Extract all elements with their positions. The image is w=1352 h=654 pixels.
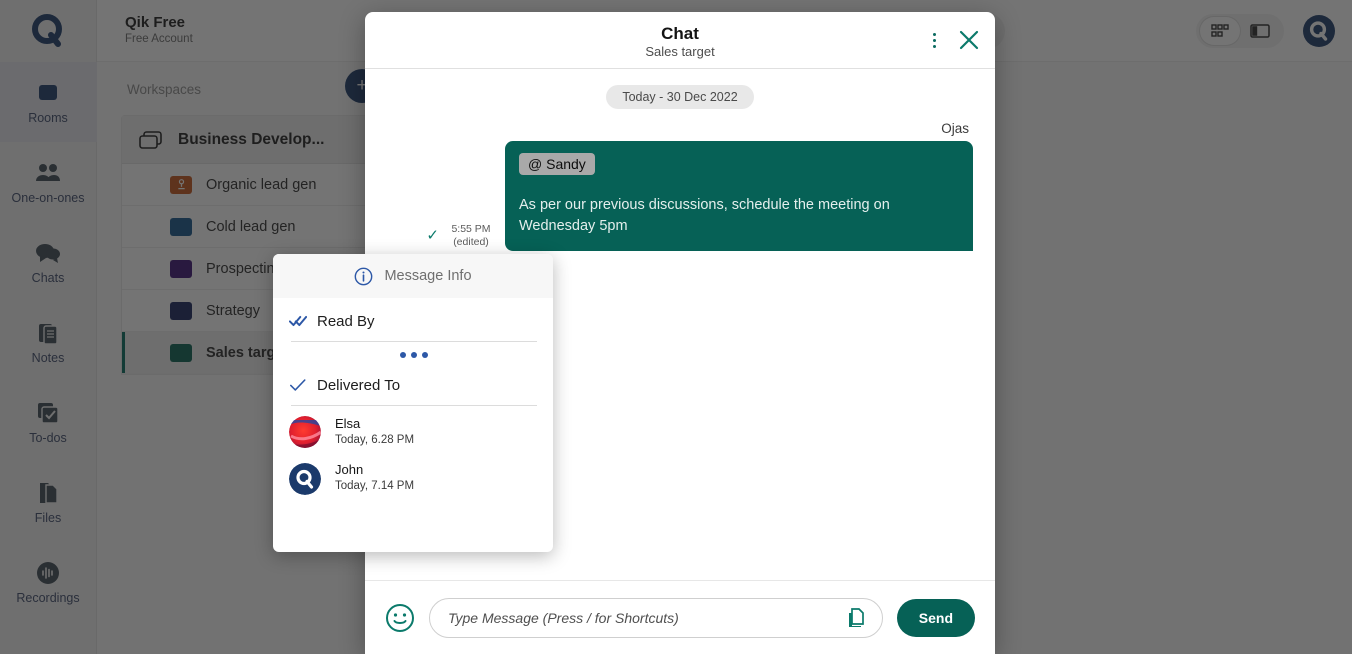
message-status[interactable]: ✓ 5:55 PM (edited) — [426, 223, 495, 251]
avatar — [289, 462, 321, 495]
message-info-header: Message Info — [273, 254, 553, 298]
message-bubble[interactable]: @ Sandy As per our previous discussions,… — [505, 141, 973, 252]
single-check-icon — [290, 379, 306, 391]
info-circle-icon — [354, 267, 373, 286]
delivered-to-row: Delivered To — [289, 370, 539, 400]
message-time: 5:55 PM — [451, 222, 491, 235]
day-separator-label: Today - 30 Dec 2022 — [606, 85, 754, 109]
person-details: Elsa Today, 6.28 PM — [335, 416, 414, 448]
read-by-row: Read By — [289, 306, 539, 336]
send-button[interactable]: Send — [896, 598, 975, 637]
message-line: ✓ 5:55 PM (edited) @ Sandy As per our pr… — [387, 141, 973, 252]
delivered-to-section: Delivered To — [273, 362, 553, 406]
sent-check-icon: ✓ — [426, 227, 439, 245]
mention-chip[interactable]: @ Sandy — [519, 153, 595, 175]
delivered-people-list: Elsa Today, 6.28 PM John Today, 7.14 PM — [273, 406, 553, 495]
smiley-icon — [386, 603, 414, 632]
message-info-popup: Message Info Read By Delivered To Elsa T… — [273, 254, 553, 552]
person-details: John Today, 7.14 PM — [335, 462, 414, 494]
chat-composer: Send — [365, 580, 995, 654]
list-item[interactable]: Elsa Today, 6.28 PM — [289, 416, 539, 449]
double-check-icon — [289, 315, 307, 327]
person-name: John — [335, 462, 364, 478]
message-timestamp: 5:55 PM (edited) — [447, 223, 495, 249]
app-root: Rooms One-on-ones — [0, 0, 1352, 654]
message-input-wrapper[interactable] — [429, 597, 883, 638]
copy-document-icon[interactable] — [844, 606, 868, 630]
message-text: As per our previous discussions, schedul… — [519, 197, 890, 235]
day-separator: Today - 30 Dec 2022 — [387, 85, 973, 109]
person-time: Today, 7.14 PM — [335, 480, 415, 493]
delivered-to-label: Delivered To — [317, 376, 401, 394]
chat-header-actions — [925, 28, 981, 52]
emoji-button[interactable] — [385, 603, 415, 633]
more-options-icon[interactable] — [925, 29, 943, 51]
message-info-title: Message Info — [384, 268, 472, 284]
message-input[interactable] — [448, 609, 834, 626]
chat-message: Ojas ✓ 5:55 PM (edited) @ Sandy As per o… — [387, 121, 973, 252]
close-icon — [959, 30, 979, 50]
qik-logo-avatar-icon — [289, 462, 321, 495]
read-by-section: Read By — [273, 298, 553, 362]
read-by-label: Read By — [317, 312, 375, 330]
photo-avatar-icon — [289, 416, 321, 449]
chat-subtitle: Sales target — [645, 44, 715, 60]
person-time: Today, 6.28 PM — [335, 433, 415, 446]
avatar — [289, 416, 321, 449]
chat-title: Chat — [661, 23, 699, 43]
chat-modal-header: Chat Sales target — [365, 12, 995, 69]
loading-dots-icon — [289, 342, 539, 362]
message-edited-flag: (edited) — [453, 235, 489, 248]
message-author: Ojas — [941, 121, 969, 136]
close-button[interactable] — [957, 28, 981, 52]
person-name: Elsa — [335, 416, 361, 431]
list-item[interactable]: John Today, 7.14 PM — [289, 462, 539, 495]
